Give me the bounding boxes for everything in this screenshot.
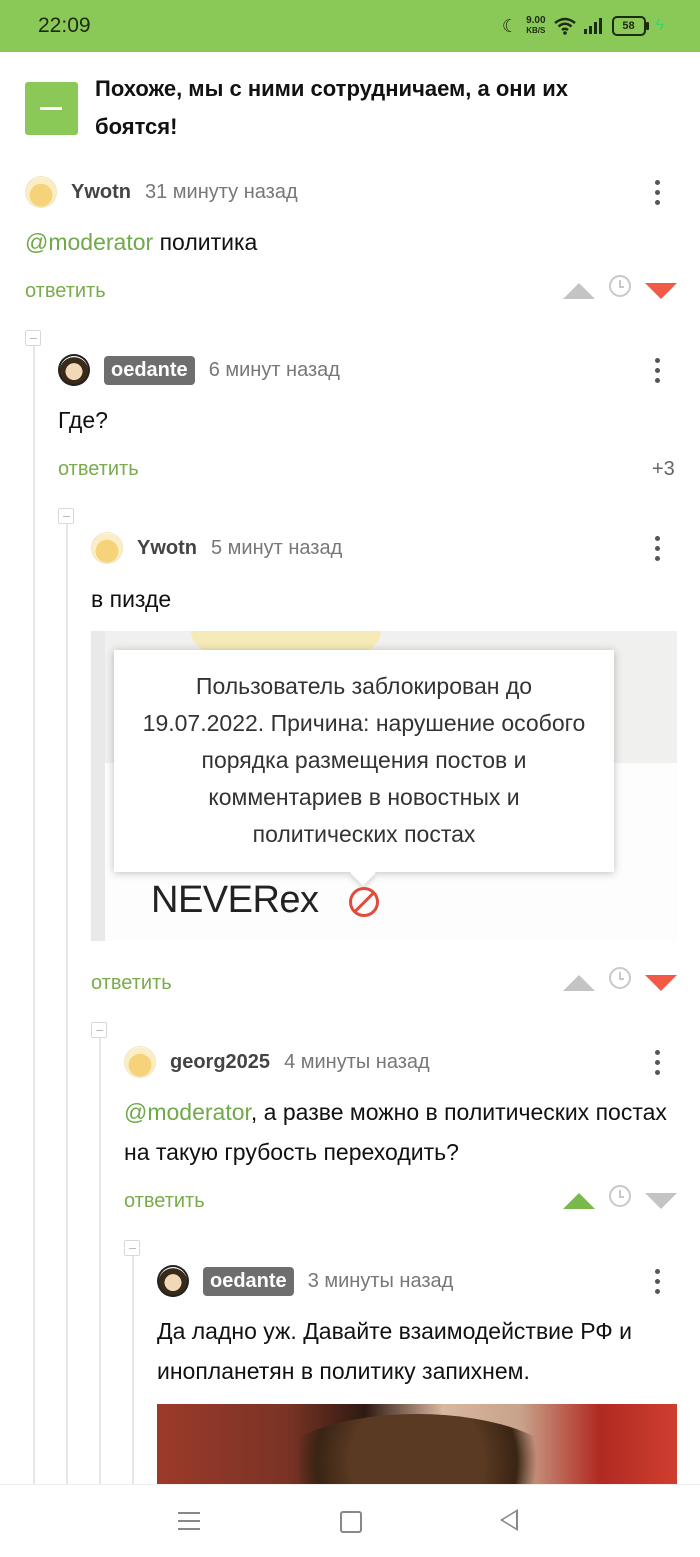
clock-icon: [609, 275, 631, 297]
rating-controls: [563, 275, 677, 306]
avatar[interactable]: [25, 176, 57, 208]
reply-link[interactable]: ответить: [91, 972, 172, 995]
home-icon[interactable]: [340, 1511, 362, 1533]
ban-tooltip: Пользователь заблокирован до 19.07.2022.…: [114, 650, 614, 872]
thread-collapse-button[interactable]: [58, 508, 74, 524]
comment-author[interactable]: oedante: [203, 1266, 294, 1296]
avatar[interactable]: [157, 1265, 189, 1297]
recent-apps-icon[interactable]: [178, 1512, 200, 1530]
battery-icon: 58: [611, 16, 649, 36]
more-options-icon[interactable]: [652, 180, 662, 210]
signal-icon: [583, 18, 602, 34]
comment-time[interactable]: 31 минуту назад: [145, 181, 298, 204]
reply-link[interactable]: ответить: [25, 280, 106, 303]
comment-text: Где?: [58, 407, 108, 433]
do-not-disturb-icon: ☾: [501, 15, 519, 36]
photo-subject: [267, 1414, 567, 1484]
network-speed-unit: KB/S: [526, 26, 546, 35]
rating-controls: [563, 1185, 677, 1216]
comment-time[interactable]: 6 минут назад: [209, 359, 340, 382]
banned-nickname: NEVERex: [151, 879, 319, 921]
thread-collapse-button[interactable]: [25, 330, 41, 346]
comment-author[interactable]: georg2025: [170, 1051, 270, 1074]
more-options-icon[interactable]: [652, 1050, 662, 1080]
comment-time[interactable]: 4 минуты назад: [284, 1051, 430, 1074]
comment-text: @moderator, а разве можно в политических…: [124, 1092, 680, 1172]
comment-text: @moderator политика: [25, 222, 665, 262]
ban-icon: [349, 887, 379, 917]
thread-line: [33, 346, 35, 1486]
back-icon[interactable]: [500, 1509, 518, 1531]
post-collapse-button[interactable]: [25, 82, 78, 135]
comment-header: Ywotn 31 минуту назад: [25, 175, 298, 209]
charging-icon: ϟ: [655, 17, 664, 34]
upvote-icon[interactable]: [563, 283, 595, 299]
avatar[interactable]: [124, 1046, 156, 1078]
thread-line: [132, 1256, 134, 1486]
comment-time[interactable]: 5 минут назад: [211, 537, 342, 560]
clock-icon: [609, 967, 631, 989]
comment-text: Да ладно уж. Давайте взаимодействие РФ и…: [157, 1318, 633, 1384]
comment-body: политика: [153, 229, 258, 255]
avatar[interactable]: [58, 354, 90, 386]
avatar[interactable]: [91, 532, 123, 564]
reply-link[interactable]: ответить: [58, 458, 139, 481]
network-speed: 9.00 KB/S: [526, 16, 545, 36]
mention-link[interactable]: @moderator: [124, 1099, 251, 1125]
navigation-bar: [0, 1484, 700, 1557]
comment-header: oedante 3 минуты назад: [157, 1264, 453, 1298]
comment-author[interactable]: oedante: [104, 355, 195, 385]
more-options-icon[interactable]: [652, 1269, 662, 1299]
comment-score: +3: [652, 458, 675, 480]
thread-line: [99, 1038, 101, 1486]
downvote-icon[interactable]: [645, 283, 677, 299]
upvote-icon[interactable]: [563, 1193, 595, 1209]
more-options-icon[interactable]: [652, 358, 662, 388]
downvote-icon[interactable]: [645, 975, 677, 991]
comment-header: georg2025 4 минуты назад: [124, 1045, 430, 1079]
rating-controls: [563, 967, 677, 998]
thread-collapse-button[interactable]: [124, 1240, 140, 1256]
image-strip: [91, 631, 105, 941]
more-options-icon[interactable]: [652, 536, 662, 566]
reply-link[interactable]: ответить: [124, 1190, 205, 1213]
downvote-icon[interactable]: [645, 1193, 677, 1209]
wifi-icon: [553, 17, 576, 35]
comment-image[interactable]: Пользователь заблокирован до 19.07.2022.…: [91, 631, 677, 941]
comment-author[interactable]: Ywotn: [71, 181, 131, 204]
network-speed-value: 9.00: [526, 15, 546, 26]
comment-text: в пизде: [91, 586, 172, 612]
comment-photo[interactable]: [157, 1404, 677, 1484]
mention-link[interactable]: @moderator: [25, 229, 153, 255]
comment-header: Ywotn 5 минут назад: [91, 531, 342, 565]
post-title[interactable]: Похоже, мы с ними сотрудничаем, а они их…: [95, 70, 655, 146]
comment-author[interactable]: Ywotn: [137, 537, 197, 560]
status-time: 22:09: [38, 14, 91, 37]
status-icons: ☾ 9.00 KB/S 58 ϟ: [502, 12, 664, 40]
upvote-icon[interactable]: [563, 975, 595, 991]
clock-icon: [609, 1185, 631, 1207]
thread-collapse-button[interactable]: [91, 1022, 107, 1038]
comment-time[interactable]: 3 минуты назад: [308, 1270, 454, 1293]
thread-line: [66, 524, 68, 1486]
comment-header: oedante 6 минут назад: [58, 353, 340, 387]
status-bar: 22:09 ☾ 9.00 KB/S 58 ϟ: [0, 0, 700, 52]
